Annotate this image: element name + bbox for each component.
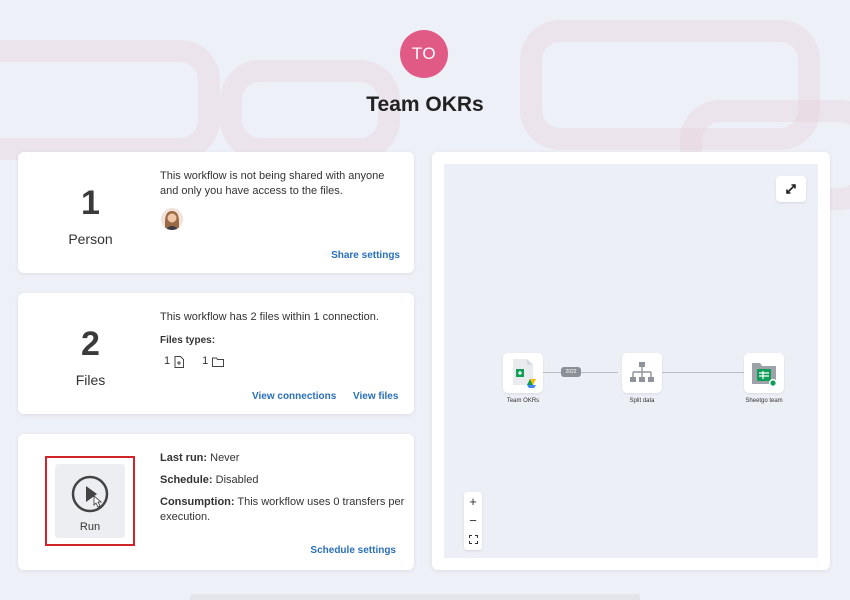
- node-label-sheetgo-team: Sheetgo team: [745, 398, 783, 404]
- edge-year-badge: 2022: [561, 367, 581, 377]
- workflow-avatar: TO: [400, 30, 448, 78]
- schedule-row: Schedule: Disabled: [160, 473, 258, 488]
- edge-split-to-destination: [662, 372, 744, 373]
- file-type-counts: 1 1: [164, 354, 225, 369]
- folder-count: 1: [202, 355, 209, 367]
- node-sheetgo-team[interactable]: [744, 353, 784, 393]
- file-icon: [174, 355, 185, 368]
- expand-button[interactable]: [776, 176, 806, 202]
- google-sheets-icon: [513, 359, 536, 388]
- node-team-okrs[interactable]: [503, 353, 543, 393]
- fit-view-icon: [468, 535, 478, 544]
- bottom-bar-edge: [190, 594, 640, 600]
- run-card: Run Last run: Never Schedule: Disabled C…: [18, 434, 414, 570]
- zoom-controls: + −: [464, 492, 482, 550]
- run-label: Run: [79, 521, 101, 533]
- sheets-folder-icon: [752, 363, 777, 387]
- schedule-settings-link[interactable]: Schedule settings: [310, 545, 396, 556]
- workflow-diagram-card: 2022 Team OKRs Split data Sheetgo team +…: [432, 152, 830, 570]
- zoom-out-button[interactable]: −: [464, 511, 482, 530]
- people-count: 1: [81, 184, 100, 222]
- files-count: 2: [81, 325, 100, 363]
- files-description: This workflow has 2 files within 1 conne…: [160, 311, 379, 323]
- share-settings-link[interactable]: Share settings: [331, 250, 400, 261]
- schedule-value: Disabled: [215, 474, 259, 486]
- play-icon: [71, 475, 109, 513]
- run-button[interactable]: Run: [55, 464, 125, 538]
- consumption-label: Consumption:: [160, 496, 235, 508]
- people-stat: 1 Person: [18, 184, 163, 247]
- last-run-value: Never: [210, 452, 240, 464]
- file-count: 1: [164, 355, 171, 367]
- run-highlight-frame: Run: [45, 456, 135, 546]
- user-avatar-icon: [161, 208, 183, 230]
- view-files-link[interactable]: View files: [353, 391, 398, 402]
- view-connections-link[interactable]: View connections: [252, 391, 336, 402]
- page-title: Team OKRs: [366, 93, 484, 116]
- split-hierarchy-icon: [630, 362, 654, 382]
- node-label-team-okrs: Team OKRs: [506, 398, 540, 404]
- node-split-data[interactable]: [622, 353, 662, 393]
- files-types-heading: Files types:: [160, 335, 216, 346]
- people-label: Person: [68, 231, 113, 247]
- workflow-canvas[interactable]: 2022 Team OKRs Split data Sheetgo team +…: [444, 164, 818, 558]
- sharing-description: This workflow is not being shared with a…: [160, 170, 385, 197]
- fit-view-button[interactable]: [464, 530, 482, 549]
- sharing-card: 1 Person This workflow is not being shar…: [18, 152, 414, 273]
- node-label-split-data: Split data: [629, 398, 655, 404]
- last-run-label: Last run:: [160, 452, 208, 464]
- user-avatar: [161, 208, 183, 230]
- folder-icon: [212, 357, 225, 367]
- consumption-row: Consumption: This workflow uses 0 transf…: [160, 495, 405, 525]
- last-run-row: Last run: Never: [160, 451, 239, 466]
- zoom-in-button[interactable]: +: [464, 492, 482, 511]
- files-card: 2 Files This workflow has 2 files within…: [18, 293, 414, 414]
- schedule-label: Schedule:: [160, 474, 213, 486]
- expand-icon: [786, 184, 796, 194]
- files-stat: 2 Files: [18, 325, 163, 388]
- files-label: Files: [75, 372, 106, 388]
